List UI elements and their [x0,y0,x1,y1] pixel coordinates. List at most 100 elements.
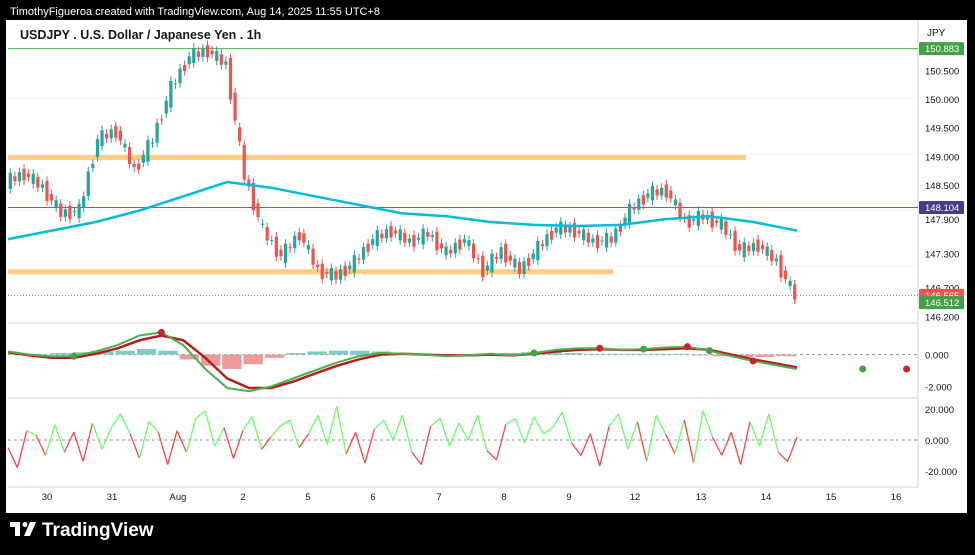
oscillator-segment [63,431,75,453]
candle-body [646,193,650,198]
candle-body [678,202,682,218]
candle-body [453,242,457,254]
oscillator-segment [270,425,281,438]
candle-body [178,68,182,84]
candle-body [485,265,489,271]
candle-body [416,237,421,240]
macd-cross-dot [903,365,911,373]
price-tick-label: 148.500 [925,181,959,192]
candle-body [669,190,673,199]
candle-body [100,130,104,146]
candle-body [508,255,512,261]
oscillator-segment [749,421,761,447]
symbol-title[interactable]: USDJPY . U.S. Dollar / Japanese Yen . 1h [20,28,261,42]
oscillator-segment [571,442,582,456]
currency-label: JPY [927,28,946,39]
candle-body [82,196,86,208]
oscillator-panel [7,405,918,468]
candle-body [747,245,751,252]
oscillator-segment [54,424,65,453]
oscillator-segment [786,436,798,462]
oscillator-segment [430,417,441,427]
macd-histogram-bar [328,350,349,355]
chart-canvas[interactable]: 150.500150.000149.500149.000148.500147.9… [0,0,975,513]
candle-body [288,247,292,249]
candle-body [219,54,223,65]
candle-body [352,255,356,273]
tradingview-brand[interactable]: TradingView [10,520,154,542]
candle-body [59,203,63,217]
time-tick-label: 6 [370,492,375,503]
candle-body [600,240,604,242]
oscillator-segment [214,427,225,447]
candle-body [164,100,168,114]
macd-histogram-bar [776,354,796,357]
price-tick-label: 149.000 [925,152,959,163]
oscillator-tick-label: -20.000 [925,467,957,478]
time-tick-label: 31 [107,492,118,503]
oscillator-segment [204,410,216,447]
oscillator-segment [411,451,422,465]
oscillator-segment [7,447,18,468]
candle-body [637,198,641,210]
candle-body [224,61,228,65]
time-tick-label: Aug [170,492,187,503]
candle-body [49,194,54,201]
candle-body [13,176,17,182]
candle-body [40,184,45,188]
oscillator-segment [702,410,714,438]
candle-body [412,235,416,247]
oscillator-segment [561,412,573,444]
oscillator-segment [768,413,779,453]
candle-body [568,226,572,233]
oscillator-segment [16,430,28,468]
macd-cross-dot [749,357,757,365]
oscillator-segment [636,421,648,462]
oscillator-segment [110,413,122,429]
oscillator-segment [26,430,37,436]
candle-body [329,268,334,281]
candle-body [692,219,696,221]
candle-body [361,247,366,260]
macd-histogram-bar [584,353,605,355]
oscillator-segment [646,415,657,462]
candle-body [95,139,100,157]
macd-histogram-bar [691,354,711,356]
macd-histogram-bar [670,353,690,355]
candle-body [710,211,714,228]
candle-body [91,163,95,168]
candle-body [302,233,306,243]
candle-body [325,272,329,274]
candle-body [118,130,122,141]
time-tick-label: 16 [891,492,902,503]
candle-body [196,51,200,57]
candle-body [765,246,769,256]
candle-body [586,232,590,243]
oscillator-segment [514,418,526,444]
oscillator-segment [683,419,695,464]
time-tick-label: 14 [761,492,772,503]
oscillator-segment [674,419,685,454]
grid-lines [8,20,919,488]
macd-histogram-bar [606,353,626,355]
candle-body [270,240,274,241]
brand-label: TradingView [42,520,154,541]
candle-body [334,271,338,280]
oscillator-segment [617,413,629,450]
oscillator-segment [420,425,432,465]
oscillator-segment [35,435,47,456]
oscillator-segment [185,418,197,453]
oscillator-segment [477,415,488,451]
oscillator-segment [326,405,338,445]
candle-body [595,235,600,249]
oscillator-segment [364,429,375,464]
oscillator-segment [383,419,394,441]
candle-body [169,80,173,108]
candle-body [45,180,49,201]
oscillator-segment [176,430,188,453]
candle-body [389,225,393,238]
candle-body [490,253,494,273]
candle-body [513,258,517,268]
macd-tick-label: 0.000 [925,351,949,362]
candle-body [439,243,444,249]
